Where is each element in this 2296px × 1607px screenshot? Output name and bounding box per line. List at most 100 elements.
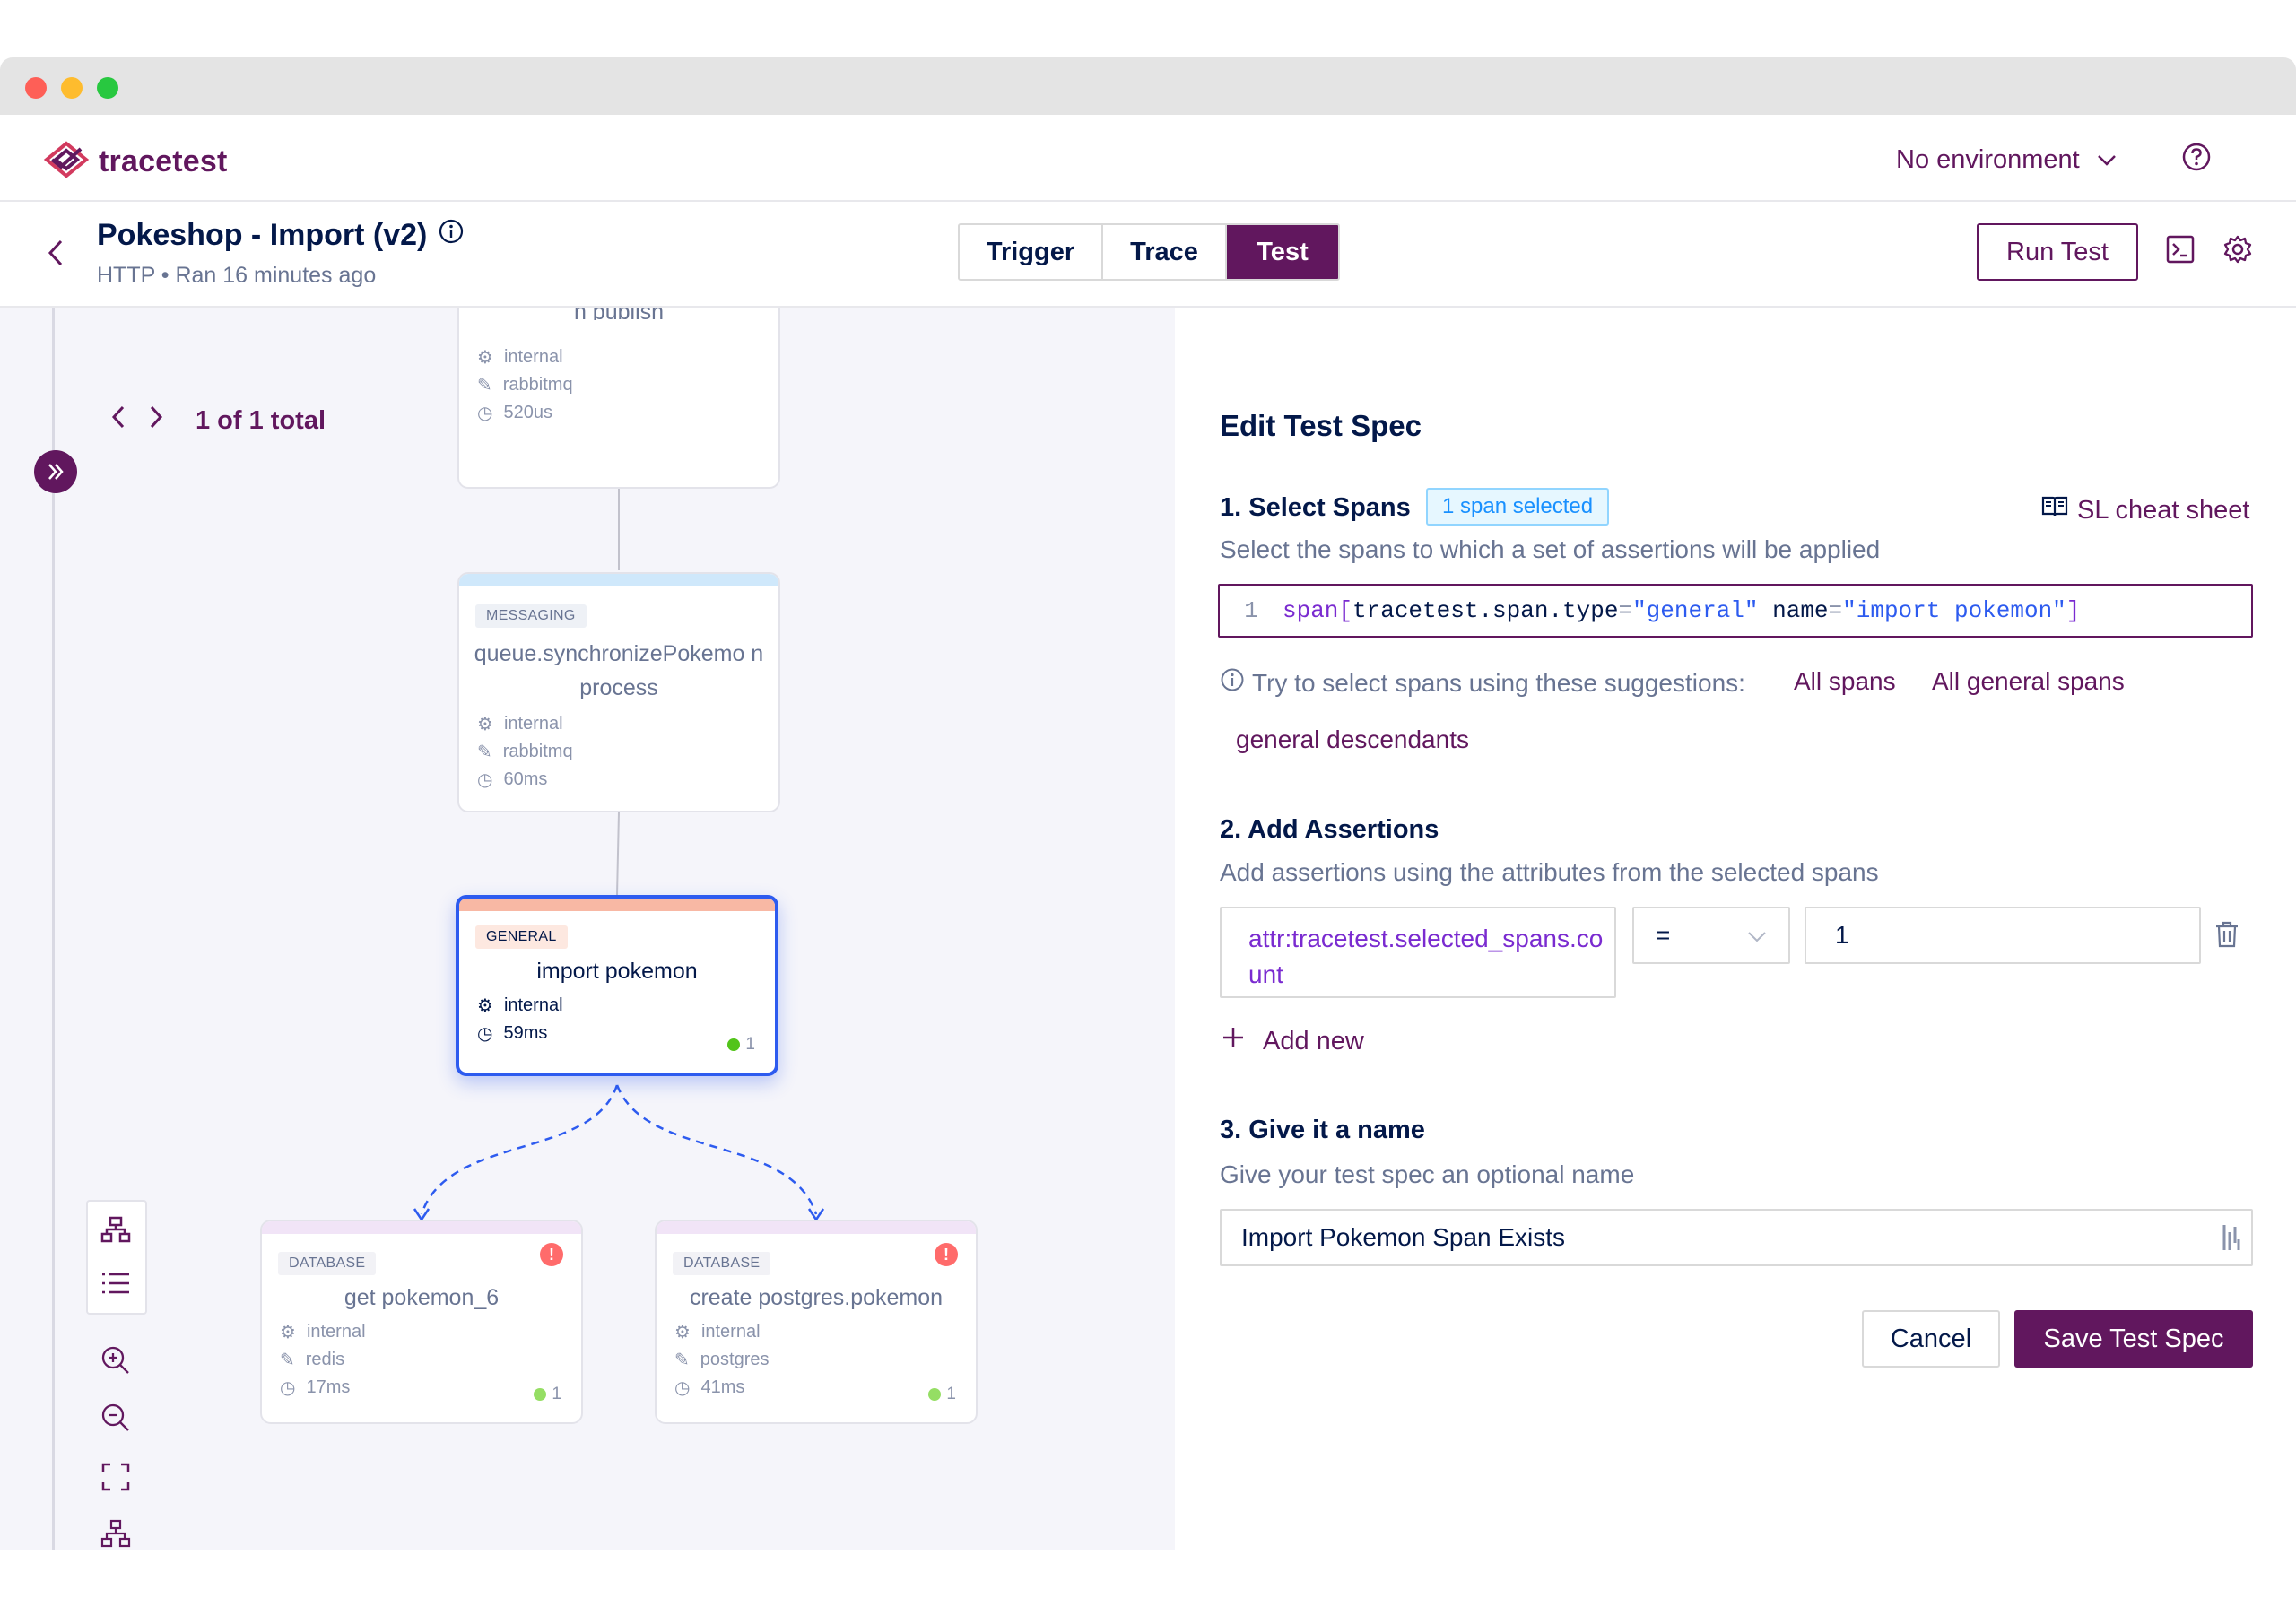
- cog-icon: ⚙: [477, 715, 493, 734]
- cheat-sheet-label: SL cheat sheet: [2077, 495, 2250, 525]
- back-arrow-icon[interactable]: [45, 238, 66, 273]
- span-type-bar: [459, 574, 778, 586]
- line-number: 1: [1244, 597, 1258, 624]
- tab-test[interactable]: Test: [1227, 225, 1338, 279]
- assertion-value-input[interactable]: 1: [1805, 907, 2201, 964]
- span-duration-row: ◷ 60ms: [477, 766, 778, 794]
- expand-sidebar-icon[interactable]: [34, 450, 77, 493]
- span-kind: internal: [503, 347, 563, 367]
- span-system-row: ✎ rabbitmq: [477, 738, 778, 766]
- span-kind-row: ⚙ internal: [280, 1318, 581, 1346]
- cheat-sheet-link[interactable]: SL cheat sheet: [2041, 495, 2249, 526]
- span-node-get-pokemon[interactable]: DATABASE ! get pokemon_6 ⚙ internal ✎ redi…: [260, 1220, 583, 1424]
- selector-editor[interactable]: 1 span[tracetest.span.type = "general" nam…: [1218, 584, 2253, 638]
- selector-token: =: [1828, 597, 1843, 624]
- suggestion-general-descendants[interactable]: general descendants: [1236, 725, 1469, 754]
- add-new-assertion-button[interactable]: Add new: [1222, 1026, 1364, 1056]
- suggestion-all-general-spans[interactable]: All general spans: [1932, 667, 2125, 696]
- spec-name-input[interactable]: Import Pokemon Span Exists: [1220, 1209, 2253, 1266]
- span-kind: internal: [306, 1322, 366, 1342]
- gear-icon[interactable]: [2222, 234, 2253, 269]
- fit-view-icon[interactable]: [100, 1462, 131, 1497]
- passed-count: 1: [745, 1035, 755, 1054]
- save-test-spec-button[interactable]: Save Test Spec: [2014, 1310, 2253, 1368]
- environment-label: No environment: [1896, 145, 2080, 174]
- span-system-row: ✎ postgres: [674, 1346, 976, 1374]
- span-node-import-pokemon[interactable]: GENERAL import pokemon ⚙ internal ◷ 59ms 1: [456, 895, 778, 1076]
- span-duration: 41ms: [700, 1377, 745, 1397]
- minimize-window-button[interactable]: [61, 77, 83, 99]
- span-node-sync[interactable]: MESSAGING queue.synchronizePokemo n proc…: [457, 572, 780, 812]
- mode-tabs: Trigger Trace Test: [958, 223, 1340, 281]
- error-icon: !: [540, 1243, 563, 1266]
- zoom-in-icon[interactable]: [100, 1345, 131, 1380]
- span-name: queue.synchronizePokemo n process: [474, 641, 764, 700]
- span-name: create postgres.pokemon: [689, 1285, 944, 1310]
- zoom-out-icon[interactable]: [100, 1403, 131, 1438]
- help-icon[interactable]: [2181, 142, 2212, 177]
- tab-trace[interactable]: Trace: [1103, 225, 1227, 279]
- span-kind-row: ⚙ internal: [477, 992, 775, 1020]
- step-name-title: 3. Give it a name: [1220, 1116, 1425, 1144]
- tracetest-logo-icon: [43, 140, 90, 184]
- wrench-icon: ✎: [674, 1351, 690, 1370]
- app-window: tracetest No environment Pokeshop - Impo…: [0, 57, 2296, 1550]
- span-duration: 59ms: [503, 1023, 548, 1043]
- cancel-button[interactable]: Cancel: [1862, 1310, 2000, 1368]
- span-kind: internal: [700, 1322, 761, 1342]
- logo-text: tracetest: [99, 144, 228, 178]
- selector-token: "general": [1632, 597, 1759, 624]
- environment-select[interactable]: No environment: [1896, 145, 2118, 175]
- graph-view-icon[interactable]: [100, 1216, 131, 1247]
- wrench-icon: ✎: [477, 376, 492, 395]
- wrench-icon: ✎: [477, 743, 492, 762]
- tab-trigger[interactable]: Trigger: [960, 225, 1103, 279]
- passed-dot-icon: [534, 1388, 547, 1401]
- chevron-down-icon: [1747, 921, 1767, 950]
- title-bar: [0, 57, 2296, 115]
- cog-icon: ⚙: [674, 1323, 691, 1342]
- span-kind-row: ⚙ internal: [477, 343, 778, 371]
- prev-icon[interactable]: [109, 404, 127, 438]
- suggestion-all-spans[interactable]: All spans: [1794, 667, 1896, 696]
- span-kind-badge: DATABASE: [278, 1252, 377, 1275]
- passed-count: 1: [552, 1385, 561, 1403]
- span-pager: 1 of 1 total: [109, 404, 326, 438]
- span-node-create-postgres[interactable]: DATABASE ! create postgres.pokemon ⚙ inte…: [655, 1220, 978, 1424]
- info-icon[interactable]: [438, 218, 465, 253]
- span-system: rabbitmq: [502, 742, 573, 761]
- close-window-button[interactable]: [25, 77, 47, 99]
- tree-icon[interactable]: [100, 1519, 131, 1550]
- book-icon: [2041, 495, 2068, 526]
- span-name: n publish: [573, 308, 665, 320]
- span-kind: internal: [503, 995, 563, 1015]
- terminal-icon[interactable]: [2165, 234, 2196, 269]
- maximize-window-button[interactable]: [97, 77, 118, 99]
- logo[interactable]: tracetest: [43, 140, 228, 184]
- next-icon[interactable]: [147, 404, 165, 438]
- suggestions-row: Try to select spans using these suggesti…: [1220, 667, 1745, 699]
- chevron-down-icon: [2096, 145, 2118, 175]
- clock-icon: ◷: [477, 404, 493, 423]
- pager-text: 1 of 1 total: [196, 405, 326, 435]
- assertion-result: 1: [928, 1385, 956, 1404]
- test-subtitle: HTTP • Ran 16 minutes ago: [97, 263, 377, 288]
- trash-icon[interactable]: [2213, 920, 2240, 953]
- span-name: import pokemon: [536, 959, 698, 984]
- span-system-row: ✎ redis: [280, 1346, 581, 1374]
- span-type-bar: [459, 899, 775, 911]
- input-adornment-icon: [2221, 1223, 2242, 1256]
- selector-token: "import pokemon": [1842, 597, 2066, 624]
- plus-icon: [1222, 1026, 1245, 1056]
- run-test-button[interactable]: Run Test: [1977, 223, 2138, 281]
- span-kind-badge: GENERAL: [475, 925, 568, 949]
- span-node-publish[interactable]: n publish ⚙ internal ✎ rabbitmq ◷ 520us: [457, 308, 780, 489]
- selector-token: =: [1618, 597, 1633, 624]
- span-system: redis: [305, 1350, 345, 1369]
- span-kind-badge: DATABASE: [673, 1252, 771, 1275]
- info-icon: [1220, 667, 1245, 699]
- list-view-icon[interactable]: [100, 1270, 131, 1301]
- selector-token: tracetest.span.type: [1352, 597, 1619, 624]
- assertion-operator-select[interactable]: =: [1632, 907, 1790, 964]
- assertion-attribute-input[interactable]: attr:tracetest.selected_spans.count: [1220, 907, 1616, 998]
